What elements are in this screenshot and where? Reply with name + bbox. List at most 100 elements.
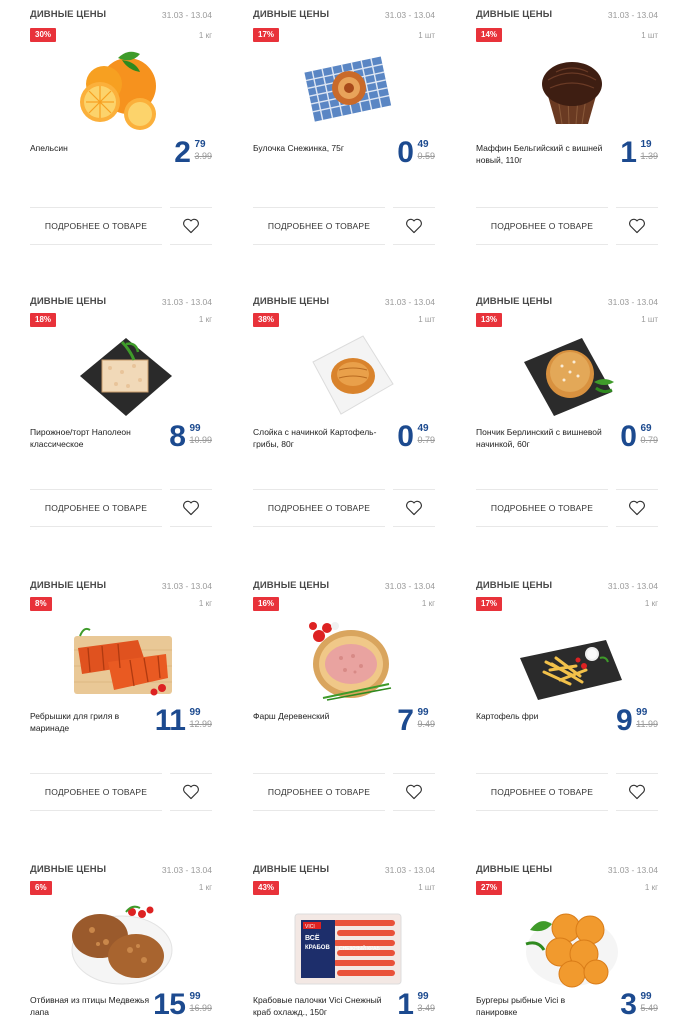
favorite-button[interactable] — [616, 207, 658, 245]
details-button[interactable]: ПОДРОБНЕЕ О ТОВАРЕ — [253, 207, 385, 245]
product-name[interactable]: Маффин Бельгийский с вишней новый, 110г — [476, 142, 606, 166]
unit-label: 1 кг — [644, 883, 658, 892]
favorite-button[interactable] — [170, 207, 212, 245]
heart-icon — [406, 218, 422, 234]
product-name[interactable]: Пончик Берлинский с вишневой начинкой, 6… — [476, 426, 606, 450]
details-button[interactable]: ПОДРОБНЕЕ О ТОВАРЕ — [30, 773, 162, 811]
unit-label: 1 кг — [198, 599, 212, 608]
product-image-muffin[interactable] — [516, 44, 626, 132]
heart-icon — [629, 500, 645, 516]
product-card-orange: ДИВНЫЕ ЦЕНЫ 31.03 - 13.04 30% 1 кг Апель… — [30, 9, 240, 298]
discount-badge: 13% — [476, 313, 503, 327]
price-cents: 99 — [189, 707, 201, 718]
price-cents: 49 — [417, 423, 429, 434]
price-cents: 79 — [194, 139, 206, 150]
promo-label: ДИВНЫЕ ЦЕНЫ — [253, 580, 330, 591]
unit-label: 1 кг — [198, 31, 212, 40]
price-cents: 99 — [189, 991, 201, 1002]
promo-dates: 31.03 - 13.04 — [384, 581, 435, 591]
details-button[interactable]: ПОДРОБНЕЕ О ТОВАРЕ — [30, 489, 162, 527]
price: 1 99 3.49 — [397, 990, 435, 1020]
crab-pack-logo: VICI — [305, 924, 315, 930]
price-cents: 99 — [636, 707, 648, 718]
unit-label: 1 шт — [418, 315, 435, 324]
price-integer: 0 — [620, 420, 637, 453]
product-name[interactable]: Отбивная из птицы Медвежья лапа — [30, 994, 160, 1018]
promo-label: ДИВНЫЕ ЦЕНЫ — [476, 9, 553, 20]
price-integer: 0 — [397, 136, 414, 169]
promo-label: ДИВНЫЕ ЦЕНЫ — [30, 864, 107, 875]
product-image-puff[interactable] — [293, 332, 403, 420]
promo-label: ДИВНЫЕ ЦЕНЫ — [476, 864, 553, 875]
product-card-burgers: ДИВНЫЕ ЦЕНЫ 31.03 - 13.04 27% 1 кг Бурге… — [476, 864, 686, 1024]
details-button[interactable]: ПОДРОБНЕЕ О ТОВАРЕ — [476, 773, 608, 811]
product-image-bun[interactable] — [293, 44, 403, 132]
product-image-crab[interactable]: VICI ВСЁ КРАБОВ СНЕЖНЫЙ КРАБ — [293, 904, 403, 992]
favorite-button[interactable] — [616, 773, 658, 811]
product-card-mince: ДИВНЫЕ ЦЕНЫ 31.03 - 13.04 16% 1 кг Фарш … — [253, 580, 463, 864]
price: 8 99 10.99 — [169, 422, 212, 452]
price: 11 99 12.99 — [155, 706, 212, 736]
discount-badge: 16% — [253, 597, 280, 611]
product-image-ribs[interactable] — [68, 614, 178, 702]
product-image-orange[interactable] — [70, 44, 180, 132]
product-image-mince[interactable] — [293, 614, 403, 702]
favorite-button[interactable] — [393, 773, 435, 811]
price-integer: 1 — [397, 988, 414, 1021]
unit-label: 1 кг — [198, 315, 212, 324]
product-card-fries: ДИВНЫЕ ЦЕНЫ 31.03 - 13.04 17% 1 кг Карто… — [476, 580, 686, 864]
price: 3 99 5.49 — [620, 990, 658, 1020]
product-name[interactable]: Булочка Снежинка, 75г — [253, 142, 383, 154]
product-name[interactable]: Ребрышки для гриля в маринаде — [30, 710, 160, 734]
product-card-puff: ДИВНЫЕ ЦЕНЫ 31.03 - 13.04 38% 1 шт Слойк… — [253, 296, 463, 580]
favorite-button[interactable] — [170, 489, 212, 527]
promo-dates: 31.03 - 13.04 — [161, 297, 212, 307]
unit-label: 1 шт — [641, 31, 658, 40]
price: 7 99 9.49 — [397, 706, 435, 736]
product-card-ribs: ДИВНЫЕ ЦЕНЫ 31.03 - 13.04 8% 1 кг Ребрыш… — [30, 580, 240, 864]
price-integer: 1 — [620, 136, 637, 169]
crab-pack-label: СНЕЖНЫЙ КРАБ — [339, 944, 380, 952]
promo-label: ДИВНЫЕ ЦЕНЫ — [253, 9, 330, 20]
product-card-muffin: ДИВНЫЕ ЦЕНЫ 31.03 - 13.04 14% 1 шт Маффи… — [476, 9, 686, 298]
product-name[interactable]: Бургеры рыбные Vici в панировке — [476, 994, 606, 1018]
discount-badge: 18% — [30, 313, 57, 327]
price: 0 49 0.79 — [397, 422, 435, 452]
product-image-donut[interactable] — [516, 332, 626, 420]
old-price: 9.49 — [417, 719, 435, 729]
product-name[interactable]: Пирожное/торт Наполеон классическое — [30, 426, 160, 450]
favorite-button[interactable] — [393, 489, 435, 527]
details-button[interactable]: ПОДРОБНЕЕ О ТОВАРЕ — [30, 207, 162, 245]
product-card-donut: ДИВНЫЕ ЦЕНЫ 31.03 - 13.04 13% 1 шт Пончи… — [476, 296, 686, 580]
promo-dates: 31.03 - 13.04 — [607, 10, 658, 20]
product-name[interactable]: Фарш Деревенский — [253, 710, 383, 722]
favorite-button[interactable] — [170, 773, 212, 811]
details-button[interactable]: ПОДРОБНЕЕ О ТОВАРЕ — [253, 773, 385, 811]
discount-badge: 43% — [253, 881, 280, 895]
product-name[interactable]: Картофель фри — [476, 710, 606, 722]
crab-pack-line1: ВСЁ — [305, 934, 320, 942]
product-name[interactable]: Слойка с начинкой Картофель-грибы, 80г — [253, 426, 383, 450]
unit-label: 1 кг — [198, 883, 212, 892]
favorite-button[interactable] — [616, 489, 658, 527]
product-image-napoleon[interactable] — [70, 332, 180, 420]
product-image-burgers[interactable] — [516, 900, 626, 988]
details-button[interactable]: ПОДРОБНЕЕ О ТОВАРЕ — [476, 489, 608, 527]
price-integer: 0 — [397, 420, 414, 453]
product-image-fries[interactable] — [516, 614, 626, 702]
price-cents: 99 — [640, 991, 652, 1002]
product-image-chop[interactable] — [66, 898, 176, 986]
product-name[interactable]: Апельсин — [30, 142, 160, 154]
promo-dates: 31.03 - 13.04 — [384, 10, 435, 20]
old-price: 16.99 — [189, 1003, 212, 1013]
price-cents: 99 — [417, 707, 429, 718]
promo-label: ДИВНЫЕ ЦЕНЫ — [30, 296, 107, 307]
price: 0 49 0.59 — [397, 138, 435, 168]
details-button[interactable]: ПОДРОБНЕЕ О ТОВАРЕ — [476, 207, 608, 245]
heart-icon — [183, 218, 199, 234]
price: 0 69 0.79 — [620, 422, 658, 452]
product-name[interactable]: Крабовые палочки Vici Снежный краб охлаж… — [253, 994, 383, 1018]
details-button[interactable]: ПОДРОБНЕЕ О ТОВАРЕ — [253, 489, 385, 527]
favorite-button[interactable] — [393, 207, 435, 245]
price-cents: 49 — [417, 139, 429, 150]
